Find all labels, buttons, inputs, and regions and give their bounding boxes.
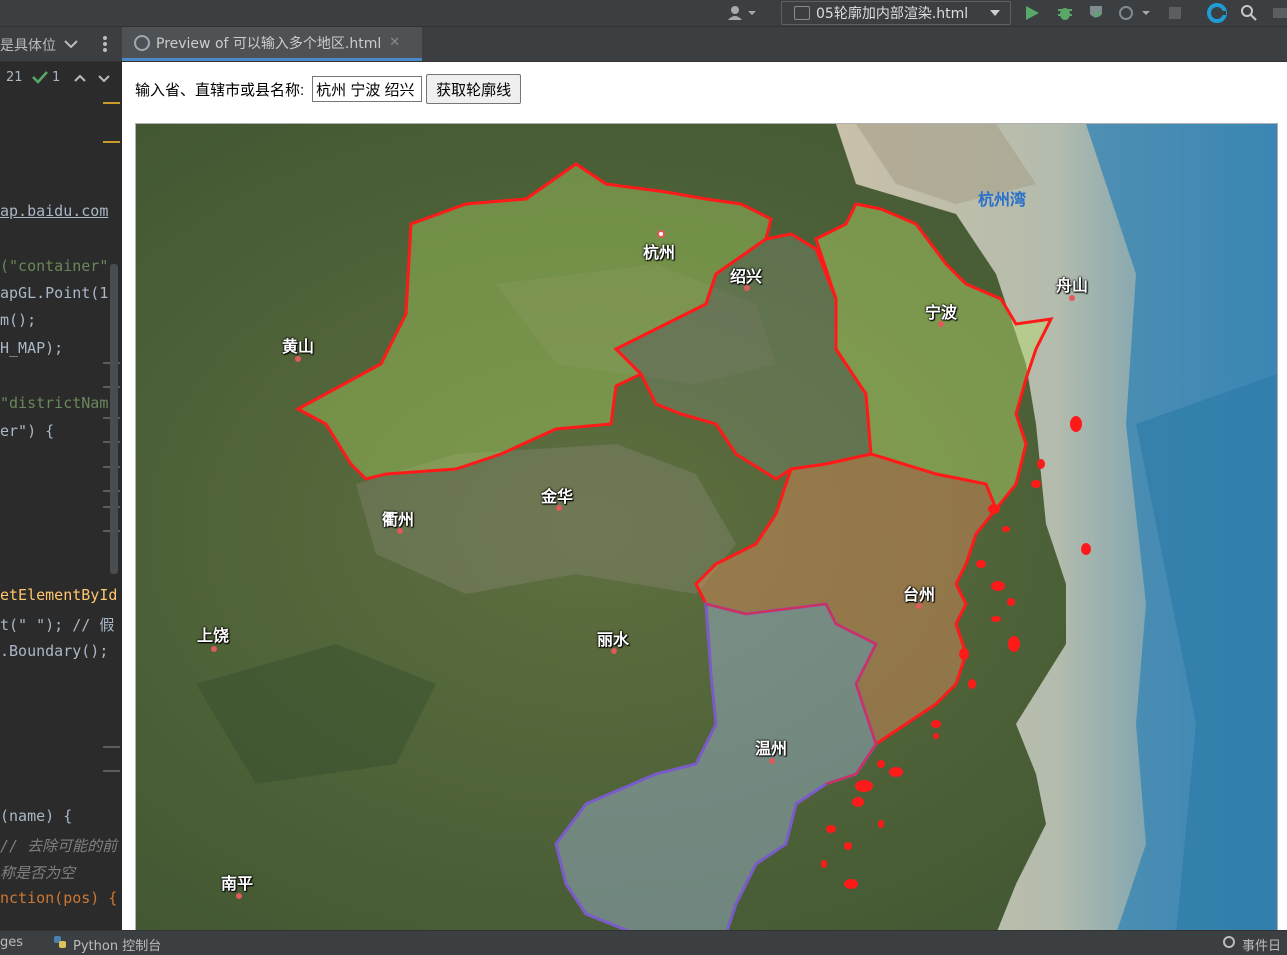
editor-header: 是具体位 xyxy=(0,27,122,62)
editor-header-title: 是具体位 xyxy=(0,38,56,54)
tab-title: Preview of 可以输入多个地区.html xyxy=(156,35,382,52)
district-name-input[interactable] xyxy=(312,76,423,102)
code-line: // 去除可能的前 xyxy=(0,837,118,855)
code-line: nction(pos) { xyxy=(0,889,118,907)
globe-icon xyxy=(134,34,150,51)
chevron-down-icon[interactable] xyxy=(64,37,78,53)
user-icon[interactable] xyxy=(728,0,758,26)
city-label: 衢州 xyxy=(382,510,415,529)
browser-preview: 输入省、直辖市或县名称: 获取轮廓线 xyxy=(122,62,1287,930)
city-label: 宁波 xyxy=(925,303,958,322)
satellite-map xyxy=(136,124,1277,930)
python-icon xyxy=(53,935,67,953)
map-container[interactable]: 杭州湾 杭州 绍兴 宁波 舟山 黄山 金华 衢州 台州 丽水 上饶 温州 南平 xyxy=(135,123,1278,930)
more-options-icon[interactable] xyxy=(102,35,108,57)
python-console-tab[interactable]: Python 控制台 xyxy=(73,935,161,954)
code-line: etElementById xyxy=(0,586,118,604)
editor-scrollbar[interactable] xyxy=(110,264,118,574)
city-label: 杭州 xyxy=(643,243,676,262)
water-label: 杭州湾 xyxy=(978,190,1027,209)
chevron-up-icon[interactable] xyxy=(74,72,86,87)
city-label: 绍兴 xyxy=(730,267,763,286)
event-log-tab[interactable]: 事件日 xyxy=(1242,935,1281,954)
run-configuration-label: 05轮廓加内部渲染.html xyxy=(816,6,969,22)
chevron-down-icon[interactable] xyxy=(98,72,110,87)
code-line: "districtNam xyxy=(0,394,109,412)
code-line: H_MAP); xyxy=(0,339,64,357)
district-form: 输入省、直辖市或县名称: 获取轮廓线 xyxy=(135,74,522,104)
top-toolbar: 05轮廓加内部渲染.html xyxy=(0,0,1287,27)
district-label: 输入省、直辖市或县名称: xyxy=(135,81,305,99)
editor-tab-bar: Preview of 可以输入多个地区.html ✕ xyxy=(122,27,1287,62)
code-line: m(); xyxy=(0,311,37,329)
get-boundary-button[interactable]: 获取轮廓线 xyxy=(426,74,522,104)
close-icon[interactable]: ✕ xyxy=(389,35,400,50)
city-label: 金华 xyxy=(541,487,574,506)
code-line: apGL.Point(1 xyxy=(0,284,109,302)
city-label: 上饶 xyxy=(197,626,230,645)
code-line: er") { xyxy=(0,422,55,440)
city-label: 南平 xyxy=(221,874,254,893)
run-icon[interactable] xyxy=(1024,0,1040,26)
fold-marker[interactable] xyxy=(103,746,120,772)
search-icon[interactable] xyxy=(1240,0,1258,26)
code-line: ap.baidu.com xyxy=(0,202,109,220)
city-label: 温州 xyxy=(755,739,788,758)
coverage-icon[interactable] xyxy=(1087,0,1105,26)
status-bar: ges Python 控制台 事件日 xyxy=(0,930,1287,955)
city-label: 台州 xyxy=(903,585,936,604)
error-count: 21 xyxy=(6,70,23,85)
code-editor[interactable]: ap.baidu.com ("container" apGL.Point(1 m… xyxy=(0,94,122,930)
check-icon xyxy=(32,70,48,88)
warning-marker xyxy=(103,102,120,104)
status-left-text[interactable]: ges xyxy=(0,935,23,950)
html-file-icon xyxy=(794,6,810,20)
city-label: 黄山 xyxy=(282,337,315,356)
city-label: 丽水 xyxy=(597,630,630,649)
edge-browser-icon[interactable] xyxy=(1207,0,1227,26)
debug-icon[interactable] xyxy=(1056,0,1074,26)
warning-marker xyxy=(103,141,120,143)
code-line: ("container" xyxy=(0,257,109,275)
inspection-widget: 21 1 xyxy=(0,62,122,94)
city-label: 舟山 xyxy=(1056,276,1089,295)
code-line: t(" "); // 假 xyxy=(0,616,115,634)
tab-preview[interactable]: Preview of 可以输入多个地区.html ✕ xyxy=(122,27,422,61)
run-configuration-select[interactable]: 05轮廓加内部渲染.html xyxy=(781,1,1011,25)
code-line: 称是否为空 xyxy=(0,864,76,882)
code-line: .Boundary(); xyxy=(0,642,109,660)
settings-icon[interactable] xyxy=(1273,0,1287,26)
event-log-icon xyxy=(1222,935,1238,955)
stop-icon[interactable] xyxy=(1168,0,1182,26)
code-line: (name) { xyxy=(0,807,73,825)
profile-icon[interactable] xyxy=(1118,0,1152,26)
check-count: 1 xyxy=(52,70,61,85)
chevron-down-icon xyxy=(990,10,1000,16)
